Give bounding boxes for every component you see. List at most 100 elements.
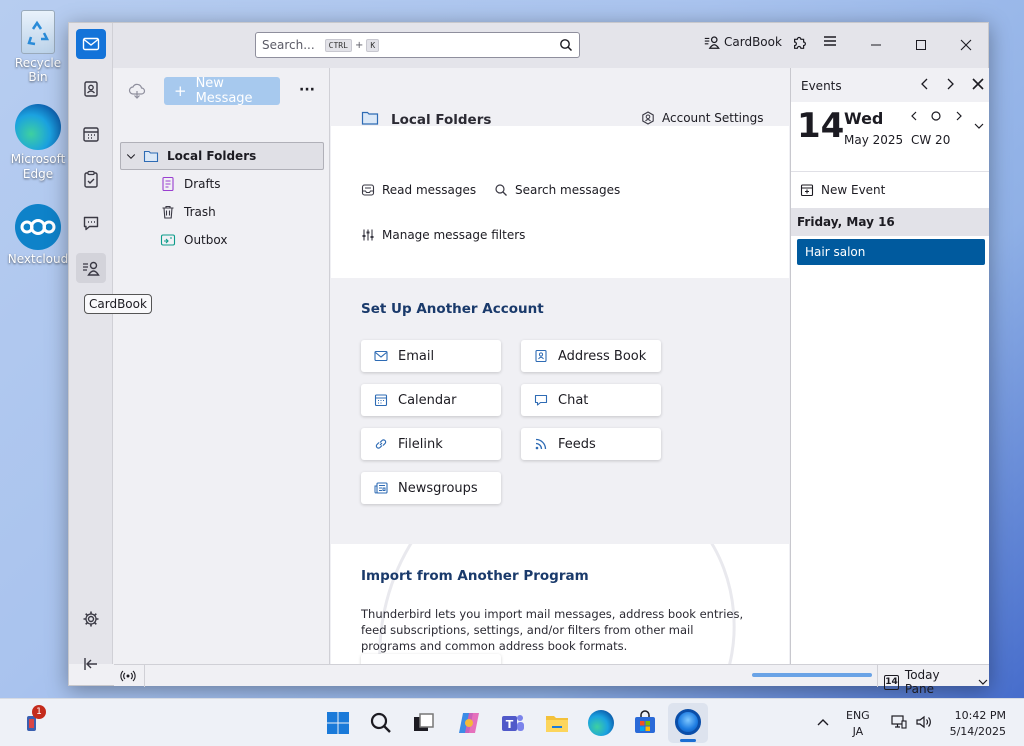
tasks-space-button[interactable]	[76, 164, 106, 194]
today-pane-close-button[interactable]	[971, 77, 985, 94]
global-search-input[interactable]: Search... CTRL + K	[255, 32, 580, 58]
today-prev-button[interactable]	[918, 77, 932, 94]
chevron-left-icon	[911, 111, 917, 121]
get-messages-button[interactable]	[128, 83, 146, 102]
agenda-event-title: Hair salon	[805, 245, 866, 259]
desktop-icon-nextcloud[interactable]: Nextcloud	[4, 204, 72, 266]
today-week-number: CW 20	[911, 133, 951, 147]
task-view-icon	[414, 713, 434, 731]
folder-pane: + New Message ··· Local Folders Drafts T…	[114, 68, 330, 664]
thunderbird-window: Search... CTRL + K CardBook + New Messag…	[68, 22, 989, 696]
network-icon-button[interactable]	[890, 713, 908, 734]
offline-toggle-button[interactable]	[120, 668, 138, 684]
address-book-space-button[interactable]	[76, 74, 106, 104]
desktop-icon-recycle-bin[interactable]: Recycle Bin	[4, 10, 72, 84]
hamburger-menu-icon	[824, 36, 836, 46]
setup-calendar-button[interactable]: Calendar	[361, 384, 501, 416]
windows-start-icon	[327, 712, 349, 734]
search-icon	[495, 184, 507, 196]
close-window-button[interactable]	[954, 35, 978, 55]
edge-icon	[588, 710, 614, 736]
chevron-left-icon	[921, 78, 928, 90]
mini-day-today-button[interactable]	[930, 110, 942, 125]
today-weekday: Wed	[844, 109, 884, 128]
file-explorer-button[interactable]	[543, 709, 571, 737]
chat-space-button[interactable]	[76, 208, 106, 238]
import-heading: Import from Another Program	[361, 568, 589, 584]
outbox-icon	[160, 234, 176, 246]
cardbook-toolbar-button[interactable]: CardBook	[703, 33, 782, 51]
setup-address-book-button[interactable]: Address Book	[521, 340, 661, 372]
language-indicator[interactable]: ENG JA	[846, 708, 870, 740]
today-pane-toggle-button[interactable]: 14 Today Pane	[884, 668, 989, 696]
setup-feeds-button[interactable]: Feeds	[521, 428, 661, 460]
addons-button[interactable]	[791, 33, 809, 51]
agenda-event[interactable]: Hair salon	[797, 239, 985, 265]
taskbar-widget-button[interactable]: 1	[24, 705, 46, 733]
mini-calendar-toggle-button[interactable]	[973, 120, 985, 135]
clock[interactable]: 10:42 PM 5/14/2025	[946, 708, 1006, 740]
status-bar: 14 Today Pane	[114, 664, 989, 696]
gear-icon	[83, 611, 99, 627]
read-messages-link[interactable]: Read messages	[361, 183, 476, 197]
desktop-icon-edge[interactable]: Microsoft Edge	[4, 104, 72, 182]
mini-day-next-button[interactable]	[953, 110, 965, 125]
maximize-button[interactable]	[909, 35, 933, 55]
new-message-button[interactable]: + New Message	[164, 76, 280, 106]
search-messages-link[interactable]: Search messages	[494, 183, 620, 197]
folder-drafts[interactable]: Drafts	[160, 170, 221, 198]
manage-filters-link[interactable]: Manage message filters	[361, 228, 525, 242]
thunderbird-icon	[675, 709, 701, 735]
online-status-icon	[120, 670, 136, 682]
collapse-left-icon	[84, 658, 97, 670]
mail-icon	[374, 350, 388, 362]
edge-taskbar-button[interactable]	[587, 709, 615, 737]
setup-button-label: Calendar	[398, 392, 457, 408]
store-button[interactable]	[631, 709, 659, 737]
shortcut-plus: +	[354, 39, 364, 51]
address-book-icon	[84, 81, 98, 97]
setup-email-button[interactable]: Email	[361, 340, 501, 372]
settings-button[interactable]	[76, 604, 106, 634]
folder-label: Drafts	[184, 177, 221, 191]
task-view-button[interactable]	[410, 709, 438, 737]
setup-newsgroups-button[interactable]: Newsgroups	[361, 472, 501, 504]
desktop-icon-label: Recycle Bin	[14, 56, 62, 84]
folder-icon	[361, 111, 379, 125]
search-taskbar-button[interactable]	[367, 709, 395, 737]
folder-outbox[interactable]: Outbox	[160, 226, 227, 254]
account-settings-label: Account Settings	[662, 111, 764, 125]
spaces-toolbar	[69, 23, 113, 670]
app-menu-button[interactable]	[822, 33, 838, 49]
folder-icon	[143, 150, 159, 163]
folder-label: Trash	[184, 205, 216, 219]
manage-filters-label: Manage message filters	[382, 228, 526, 242]
show-hidden-icons-button[interactable]	[816, 715, 830, 732]
setup-filelink-button[interactable]: Filelink	[361, 428, 501, 460]
mini-day-prev-button[interactable]	[908, 110, 920, 125]
calendar-space-button[interactable]	[76, 119, 106, 149]
start-button[interactable]	[324, 709, 352, 737]
mail-space-button[interactable]	[76, 29, 106, 59]
search-messages-label: Search messages	[515, 183, 621, 197]
account-settings-link[interactable]: Account Settings	[641, 111, 763, 125]
plus-icon: +	[174, 82, 187, 100]
thunderbird-taskbar-button[interactable]	[668, 703, 708, 743]
folder-pane-more-button[interactable]: ···	[299, 82, 315, 98]
copilot-button[interactable]	[455, 709, 483, 737]
collapse-spaces-button[interactable]	[76, 649, 106, 679]
today-pane: Events 14 Wed May 2025 CW 20 New Event F…	[790, 68, 989, 664]
minimize-button[interactable]	[864, 35, 888, 55]
today-next-button[interactable]	[943, 77, 957, 94]
volume-icon-button[interactable]	[915, 713, 933, 734]
cardbook-icon	[83, 261, 100, 276]
cardbook-space-button[interactable]	[76, 253, 106, 283]
import-button-partial[interactable]	[361, 654, 501, 664]
teams-button[interactable]: T	[499, 709, 527, 737]
setup-button-label: Filelink	[398, 436, 443, 452]
new-event-button[interactable]: New Event	[800, 183, 885, 197]
folder-local-folders[interactable]: Local Folders	[120, 142, 324, 170]
setup-chat-button[interactable]: Chat	[521, 384, 661, 416]
folder-trash[interactable]: Trash	[160, 198, 216, 226]
inbox-icon	[361, 184, 375, 196]
